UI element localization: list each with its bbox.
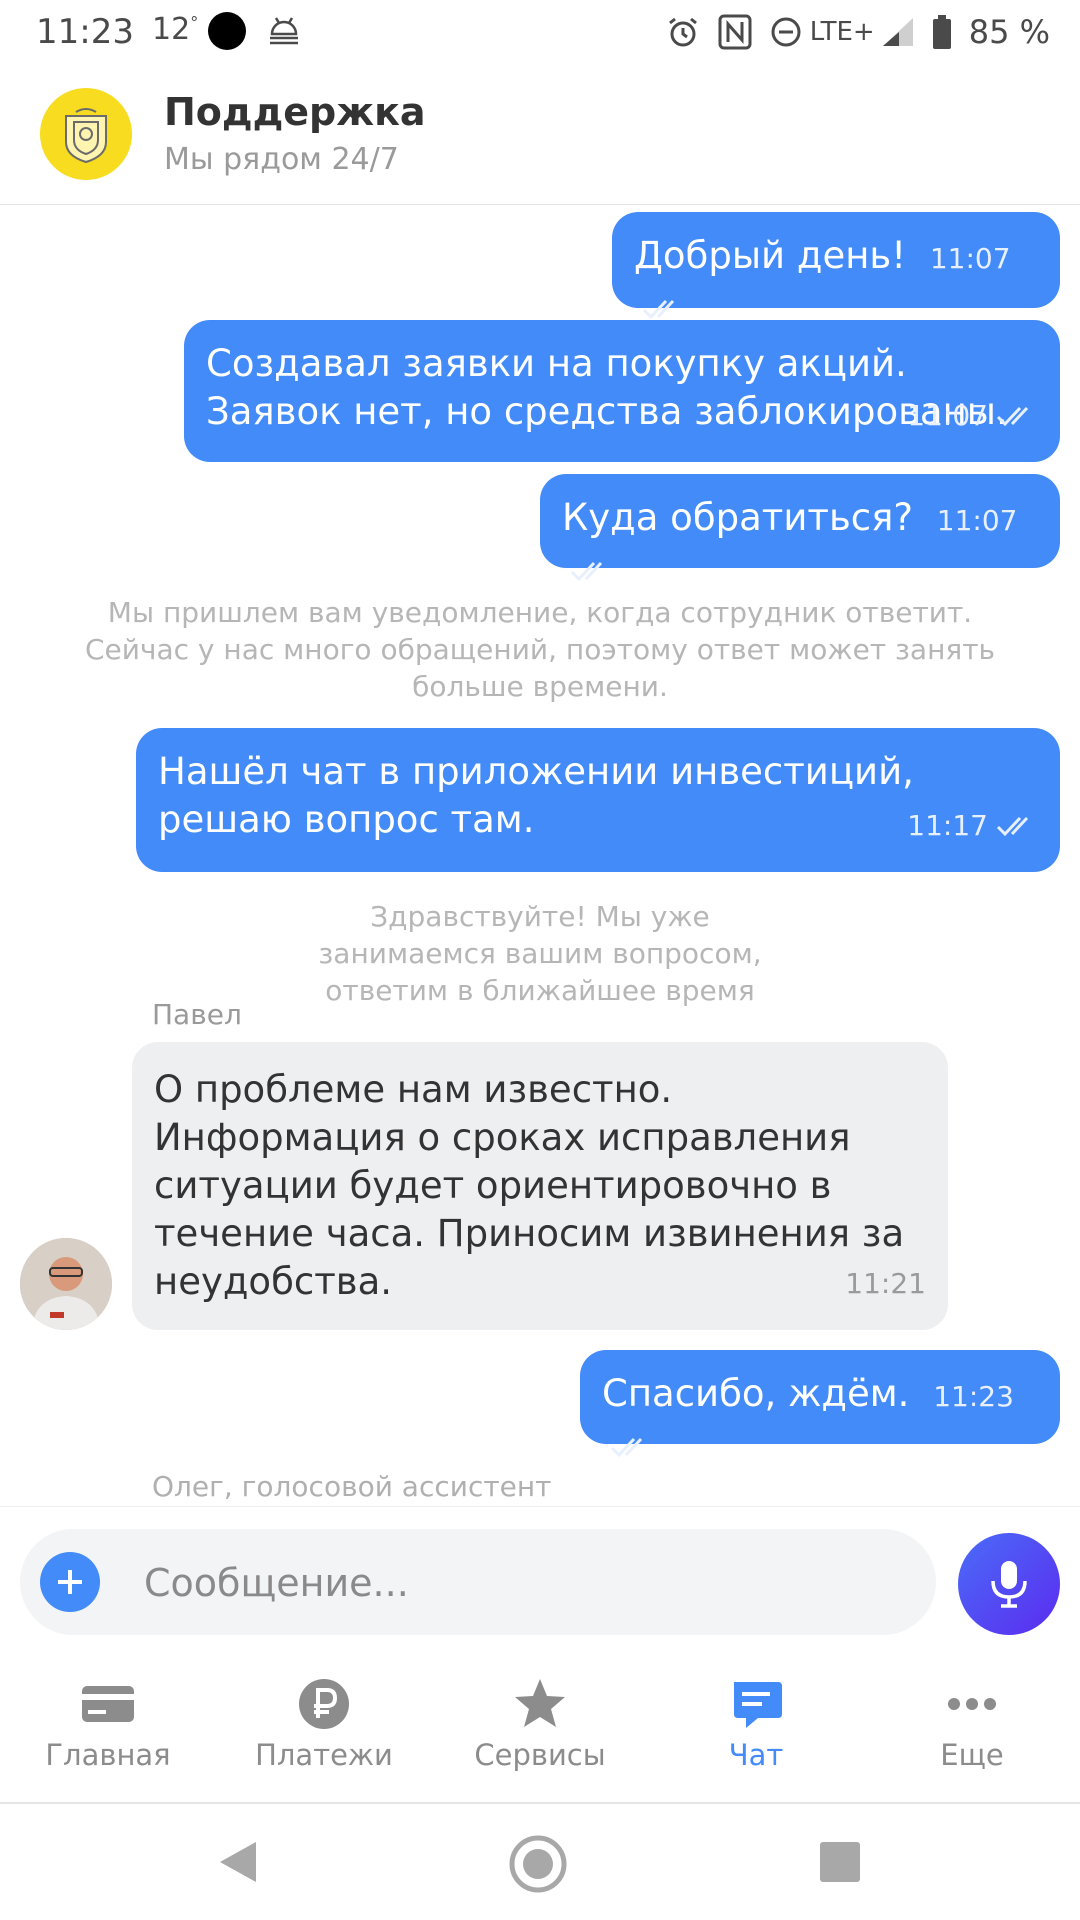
microphone-icon [991, 1561, 1027, 1608]
double-check-icon [996, 406, 1029, 427]
nav-item-more[interactable]: Еще [864, 1676, 1080, 1786]
chat-area[interactable]: Добрый день! 11:07 Создавал заявки на по… [0, 206, 1080, 1504]
card-icon [82, 1686, 134, 1722]
nav-label: Платежи [255, 1738, 393, 1772]
message-text: Создавал заявки на покупку акций. Заявок… [206, 342, 1008, 433]
double-check-icon [610, 1437, 643, 1457]
nav-label: Главная [45, 1738, 171, 1772]
nav-item-home[interactable]: Главная [0, 1676, 216, 1786]
message-time: 11:21 [845, 1267, 926, 1300]
notification-dot-icon [208, 12, 246, 50]
outgoing-message[interactable]: Нашёл чат в приложении инвестиций, решаю… [136, 728, 1060, 872]
alarm-icon [668, 17, 697, 47]
message-text: Куда обратиться? [562, 496, 913, 539]
android-debug-icon [270, 17, 298, 45]
system-note: Мы пришлем вам уведомление, когда сотруд… [84, 596, 996, 703]
outgoing-message[interactable]: Добрый день! 11:07 [612, 212, 1060, 319]
nav-label: Чат [728, 1738, 784, 1772]
home-icon[interactable] [508, 1834, 568, 1894]
message-composer [0, 1506, 1080, 1657]
network-type: LTE+ [809, 17, 875, 47]
sender-name: Павел [152, 998, 242, 1031]
status-temperature: 12° [152, 12, 199, 47]
nav-label: Сервисы [474, 1738, 606, 1772]
message-time: 11:07 [929, 242, 1011, 275]
sender-name: Олег, голосовой ассистент [152, 1470, 552, 1503]
signal-icon [882, 18, 913, 46]
outgoing-message[interactable]: Создавал заявки на покупку акций. Заявок… [184, 320, 1060, 462]
nav-item-services[interactable]: Сервисы [432, 1676, 648, 1786]
star-icon [515, 1679, 565, 1727]
nav-item-payments[interactable]: Платежи [216, 1676, 432, 1786]
page-title: Поддержка [164, 90, 426, 134]
message-time: 11:23 [933, 1380, 1014, 1413]
attach-button[interactable] [40, 1552, 100, 1612]
recents-icon[interactable] [818, 1840, 862, 1884]
message-time: 11:07 [936, 504, 1018, 537]
plus-icon [58, 1570, 82, 1594]
agent-avatar[interactable] [20, 1238, 112, 1330]
bank-logo-icon[interactable] [40, 88, 132, 180]
bottom-navigation: Главная Платежи Сервисы Чат Еще [0, 1656, 1080, 1804]
nfc-icon [718, 14, 752, 50]
message-text: Добрый день! [634, 234, 907, 277]
chat-icon [734, 1682, 782, 1728]
dnd-icon [771, 17, 801, 47]
status-right-group: LTE+ 85 % [666, 10, 1050, 54]
message-time: 11:07 [907, 399, 988, 432]
message-text: Нашёл чат в приложении инвестиций, решаю… [158, 750, 914, 841]
message-input[interactable] [142, 1553, 906, 1613]
outgoing-message[interactable]: Куда обратиться? 11:07 [540, 474, 1060, 581]
system-note: Здравствуйте! Мы уже занимаемся вашим во… [318, 900, 762, 1007]
nav-item-chat[interactable]: Чат [648, 1676, 864, 1786]
battery-level: 85 % [968, 13, 1050, 51]
outgoing-message[interactable]: Спасибо, ждём. 11:23 [580, 1350, 1060, 1457]
double-check-icon [642, 299, 675, 319]
system-navigation-bar [0, 1804, 1080, 1920]
message-input-container[interactable] [20, 1529, 936, 1635]
double-check-icon [570, 561, 603, 581]
back-icon[interactable] [216, 1838, 260, 1886]
nav-label: Еще [940, 1738, 1004, 1772]
ruble-icon [299, 1679, 349, 1729]
message-time: 11:17 [907, 809, 988, 842]
message-text: Спасибо, ждём. [602, 1372, 910, 1415]
incoming-message[interactable]: О проблеме нам известно. Информация о ср… [132, 1042, 948, 1330]
more-icon [948, 1698, 996, 1710]
voice-message-button[interactable] [958, 1533, 1060, 1635]
double-check-icon [996, 816, 1029, 837]
chat-header: Поддержка Мы рядом 24/7 [0, 74, 1080, 205]
status-bar: 11:23 12° LTE+ 85 % [0, 0, 1080, 64]
battery-icon [932, 15, 951, 49]
message-text: О проблеме нам известно. Информация о ср… [154, 1068, 905, 1303]
page-subtitle: Мы рядом 24/7 [164, 142, 399, 177]
status-time: 11:23 [36, 12, 134, 52]
